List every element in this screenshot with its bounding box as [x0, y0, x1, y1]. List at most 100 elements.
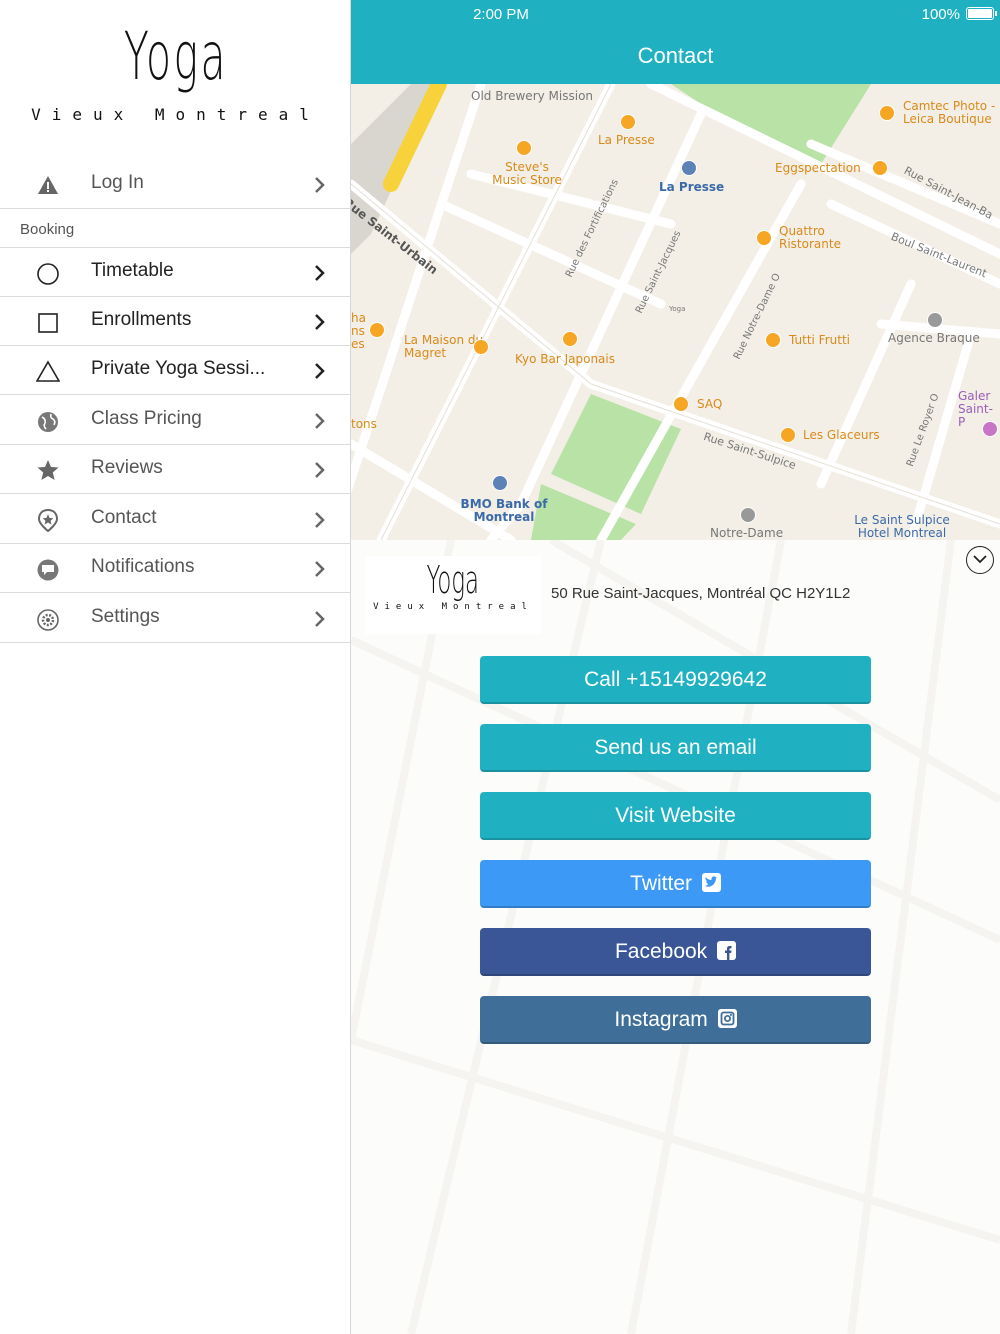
logo-word: Yoga: [123, 18, 228, 95]
poi-label: Tutti Frutti: [789, 333, 850, 347]
gear-icon: [37, 609, 59, 631]
poi-label: Notre-Dame: [710, 526, 784, 540]
sidebar-item-contact[interactable]: Contact: [0, 495, 351, 544]
sidebar-item-reviews[interactable]: Reviews: [0, 445, 351, 494]
map-view[interactable]: Old Brewery Mission La Presse Camtec Pho…: [351, 84, 1000, 540]
triangle-icon: [36, 360, 60, 382]
poi-label: Agence Braque: [888, 331, 980, 345]
logo-word: Yoga: [426, 558, 480, 602]
sidebar-item-login[interactable]: Log In: [0, 160, 351, 209]
studio-address: 50 Rue Saint-Jacques, Montréal QC H2Y1L2: [551, 585, 851, 602]
map-yoga-pin[interactable]: Yoga: [669, 303, 685, 316]
sidebar-item-label: Log In: [91, 172, 144, 193]
bank-pin-icon[interactable]: [492, 475, 508, 491]
place-pin-icon[interactable]: [740, 507, 756, 523]
restaurant-pin-icon[interactable]: [756, 230, 772, 246]
studio-logo-card: Yoga Vieux Montreal: [365, 556, 541, 634]
sidebar-item-label: Enrollments: [91, 309, 192, 330]
contact-screen: 2:00 PM 100% Contact Old Brewery Mission…: [351, 0, 1000, 1334]
restaurant-pin-icon[interactable]: [765, 332, 781, 348]
poi-label: Kyo Bar Japonais: [515, 352, 615, 366]
shop-pin-icon[interactable]: [673, 396, 689, 412]
poi-label: Les Glaceurs: [803, 428, 880, 442]
shop-pin-icon[interactable]: [879, 105, 895, 121]
website-label: Visit Website: [615, 804, 736, 827]
poi-label: Quattro Ristorante: [779, 224, 841, 251]
gallery-pin-icon[interactable]: [982, 421, 998, 437]
section-header-label: Booking: [20, 221, 75, 238]
battery-icon: [966, 7, 997, 20]
poi-label: ha ns es: [351, 311, 366, 351]
star-icon: [37, 460, 59, 480]
poi-label: La Presse: [659, 180, 725, 194]
sidebar-item-class-pricing[interactable]: Class Pricing: [0, 396, 351, 445]
website-button[interactable]: Visit Website: [480, 792, 871, 840]
page-title: Contact: [637, 43, 714, 68]
email-button[interactable]: Send us an email: [480, 724, 871, 772]
instagram-icon: [717, 1009, 737, 1028]
warning-icon: [38, 176, 58, 194]
sidebar-item-notifications[interactable]: Notifications: [0, 544, 351, 593]
square-icon: [38, 313, 58, 333]
battery-level: 100%: [921, 6, 960, 23]
sidebar-item-label: Class Pricing: [91, 408, 202, 429]
nav-bar: 2:00 PM 100% Contact: [351, 0, 1000, 84]
poi-label: Steve's Music Store: [492, 160, 562, 187]
poi-label: BMO Bank of Montreal: [460, 497, 548, 524]
facebook-button[interactable]: Facebook: [480, 928, 871, 976]
poi-label: Camtec Photo - Leica Boutique: [903, 99, 996, 126]
chevron-right-icon: [315, 265, 325, 281]
app-logo: Yoga Vieux Montreal: [0, 14, 351, 154]
twitter-button[interactable]: Twitter: [480, 860, 871, 908]
sidebar-item-label: Contact: [91, 507, 157, 528]
restaurant-pin-icon[interactable]: [473, 339, 489, 355]
chevron-right-icon: [315, 561, 325, 577]
call-button[interactable]: Call +15149929642: [480, 656, 871, 704]
chevron-right-icon: [315, 177, 325, 193]
facebook-label: Facebook: [614, 940, 708, 963]
restaurant-pin-icon[interactable]: [562, 331, 578, 347]
sidebar-item-private-yoga[interactable]: Private Yoga Sessi...: [0, 346, 351, 395]
chat-bubble-icon: [37, 559, 59, 581]
restaurant-pin-icon[interactable]: [620, 114, 636, 130]
section-header-booking: Booking: [0, 208, 351, 248]
collapse-button[interactable]: [966, 546, 994, 574]
radio-pin-icon[interactable]: [681, 160, 697, 176]
sidebar-item-enrollments[interactable]: Enrollments: [0, 297, 351, 346]
place-pin-icon[interactable]: [927, 312, 943, 328]
twitter-label: Twitter: [630, 872, 692, 895]
sidebar-item-settings[interactable]: Settings: [0, 594, 351, 643]
poi-label: La Presse: [598, 133, 655, 147]
chevron-down-icon: [973, 555, 987, 564]
location-pin-icon: [37, 508, 59, 532]
sidebar-item-label: Private Yoga Sessi...: [91, 358, 266, 379]
instagram-button[interactable]: Instagram: [480, 996, 871, 1044]
sidebar-item-label: Timetable: [91, 260, 174, 281]
poi-label: Old Brewery Mission: [471, 89, 594, 103]
restaurant-pin-icon[interactable]: [369, 322, 385, 338]
email-label: Send us an email: [594, 736, 757, 759]
shop-pin-icon[interactable]: [780, 427, 796, 443]
chevron-right-icon: [315, 462, 325, 478]
poi-label: Le Saint Sulpice Hotel Montreal: [854, 513, 950, 540]
logo-subtitle: Vieux Montreal: [31, 105, 320, 124]
sidebar-item-label: Notifications: [91, 556, 195, 577]
instagram-label: Instagram: [614, 1008, 708, 1031]
sidebar-item-label: Reviews: [91, 457, 163, 478]
sidebar-item-timetable[interactable]: Timetable: [0, 248, 351, 297]
logo-subtitle: Vieux Montreal: [373, 602, 533, 612]
restaurant-pin-icon[interactable]: [872, 160, 888, 176]
globe-icon: [38, 412, 58, 432]
chevron-right-icon: [315, 512, 325, 528]
poi-label: La Maison du Magret: [404, 333, 484, 360]
facebook-icon: [717, 941, 737, 960]
chevron-right-icon: [315, 363, 325, 379]
music-pin-icon[interactable]: [516, 140, 532, 156]
sidebar-item-label: Settings: [91, 606, 160, 627]
chevron-right-icon: [315, 314, 325, 330]
circle-icon: [37, 263, 59, 285]
chevron-right-icon: [315, 413, 325, 429]
call-label: Call +15149929642: [584, 668, 767, 691]
sidebar: Yoga Vieux Montreal Log In Booking Timet…: [0, 0, 351, 1334]
twitter-icon: [701, 873, 721, 892]
